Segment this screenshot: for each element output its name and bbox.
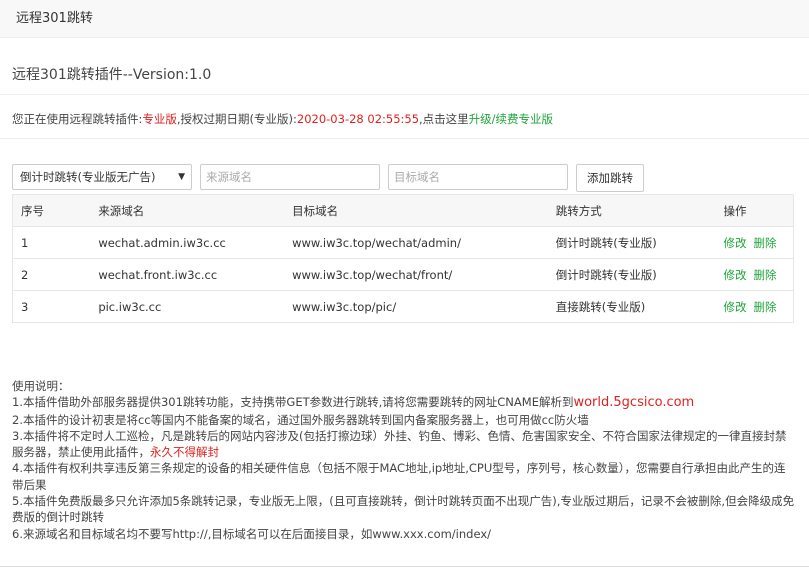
row-id: 2 [12, 258, 91, 291]
target-domain-input[interactable] [388, 164, 568, 190]
redirect-mode-value: 倒计时跳转(专业版无广告) [20, 170, 156, 184]
col-header-id: 序号 [12, 194, 91, 227]
row-method: 倒计时跳转(专业版) [547, 258, 716, 291]
row-source: wechat.admin.iw3c.cc [90, 226, 285, 259]
cname-domain: world.5gcsico.com [573, 395, 695, 411]
usage-notes: 使用说明： 1.本插件借助外部服务器提供301跳转功能，支持携带GET参数进行跳… [12, 378, 796, 542]
add-redirect-button[interactable]: 添加跳转 [576, 164, 644, 192]
col-header-target: 目标域名 [284, 194, 548, 227]
row-actions: 修改 删除 [715, 226, 794, 259]
row-target: www.iw3c.top/wechat/front/ [284, 258, 548, 291]
note-1-text: 1.本插件借助外部服务器提供301跳转功能，支持携带GET参数进行跳转,请将您需… [12, 395, 574, 410]
divider [0, 94, 809, 95]
caret-down-icon: ▼ [178, 172, 185, 182]
license-click-text: ,点击这里 [419, 112, 469, 126]
license-edition: 专业版 [142, 112, 177, 126]
note-3-text: 3.本插件将不定时人工巡检，凡是跳转后的网站内容涉及(包括打擦边球）外挂、钓鱼、… [12, 428, 787, 460]
delete-link[interactable]: 删除 [754, 268, 777, 282]
delete-link[interactable]: 删除 [754, 300, 777, 314]
note-5: 5.本插件免费版最多只允许添加5条跳转记录，专业版无上限，(且可直接跳转，倒计时… [12, 494, 795, 525]
license-expire-date: 2020-03-28 02:55:55 [296, 112, 420, 126]
note-6: 6.来源域名和目标域名均不要写http://,目标域名可以在后面接目录，如www… [12, 526, 492, 541]
note-3: 3.本插件将不定时人工巡检，凡是跳转后的网站内容涉及(包括打擦边球）外挂、钓鱼、… [12, 428, 796, 461]
row-id: 1 [12, 226, 91, 259]
table-row: 3 pic.iw3c.cc www.iw3c.top/pic/ 直接跳转(专业版… [12, 290, 794, 323]
row-target: www.iw3c.top/pic/ [284, 290, 548, 323]
note-1: 1.本插件借助外部服务器提供301跳转功能，支持携带GET参数进行跳转,请将您需… [12, 394, 796, 411]
redirect-mode-select[interactable]: 倒计时跳转(专业版无广告) ▼ [12, 164, 192, 190]
table-row: 1 wechat.admin.iw3c.cc www.iw3c.top/wech… [12, 226, 794, 259]
edit-link[interactable]: 修改 [724, 300, 747, 314]
edit-link[interactable]: 修改 [724, 268, 747, 282]
notes-title: 使用说明： [12, 379, 70, 393]
redirect-table: 序号 来源域名 目标域名 跳转方式 操作 1 wechat.admin.iw3c… [12, 194, 794, 323]
window-title: 远程301跳转 [16, 11, 93, 26]
license-prefix: 您正在使用远程跳转插件: [12, 112, 143, 126]
row-source: pic.iw3c.cc [90, 290, 285, 323]
upgrade-link[interactable]: 升级/续费专业版 [469, 112, 553, 126]
row-actions: 修改 删除 [715, 258, 794, 291]
col-header-actions: 操作 [715, 194, 794, 227]
plugin-title: 远程301跳转插件--Version:1.0 [12, 67, 212, 83]
row-target: www.iw3c.top/wechat/admin/ [284, 226, 548, 259]
col-header-method: 跳转方式 [547, 194, 716, 227]
divider [0, 138, 809, 139]
row-actions: 修改 删除 [715, 290, 794, 323]
table-row: 2 wechat.front.iw3c.cc www.iw3c.top/wech… [12, 258, 794, 291]
edit-link[interactable]: 修改 [724, 236, 747, 250]
license-expire-label: ,授权过期日期(专业版): [176, 112, 297, 126]
table-header-row: 序号 来源域名 目标域名 跳转方式 操作 [12, 194, 794, 227]
license-info: 您正在使用远程跳转插件:专业版,授权过期日期(专业版):2020-03-28 0… [12, 111, 553, 127]
col-header-source: 来源域名 [90, 194, 285, 227]
note-4: 4.本插件有权利共享违反第三条规定的设备的相关硬件信息（包括不限于MAC地址,i… [12, 461, 786, 492]
delete-link[interactable]: 删除 [754, 236, 777, 250]
note-2: 2.本插件的设计初衷是将cc等国内不能备案的域名，通过国外服务器跳转到国内备案服… [12, 412, 589, 427]
divider [0, 566, 809, 567]
row-method: 倒计时跳转(专业版) [547, 226, 716, 259]
row-method: 直接跳转(专业版) [547, 290, 716, 323]
row-source: wechat.front.iw3c.cc [90, 258, 285, 291]
window-titlebar: 远程301跳转 [0, 0, 809, 38]
row-id: 3 [12, 290, 91, 323]
note-3-warning: 永久不得解封 [150, 445, 219, 460]
source-domain-input[interactable] [200, 164, 380, 190]
